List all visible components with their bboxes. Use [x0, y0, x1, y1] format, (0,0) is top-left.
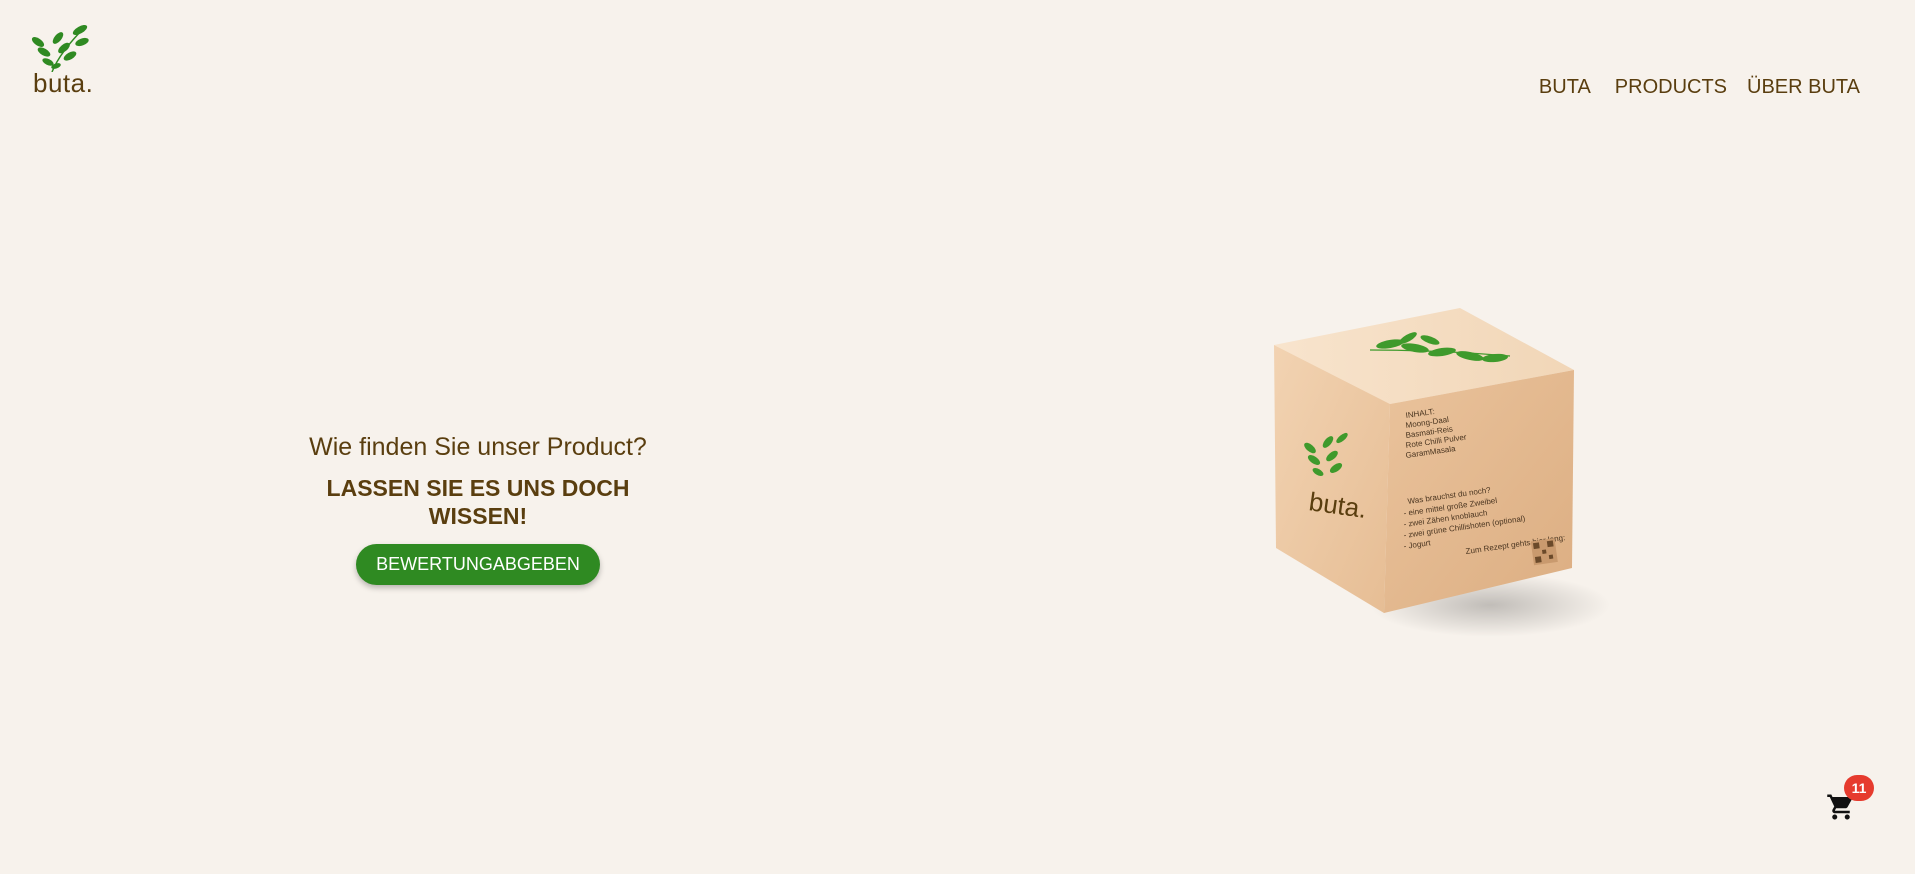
- product-box-image: buta. INHALT: Moong-Daal Basmati-Reis Ro…: [1274, 308, 1610, 637]
- feedback-cta-text: LASSEN SIE ES UNS DOCH WISSEN!: [326, 475, 630, 529]
- nav-item-buta[interactable]: BUTA: [1539, 76, 1591, 99]
- feedback-question: Wie finden Sie unser Product?: [309, 433, 647, 461]
- feedback-section: Wie finden Sie unser Product? LASSEN SIE…: [278, 432, 678, 585]
- qr-code-icon: [1530, 538, 1558, 566]
- nav-item-products[interactable]: PRODUCTS: [1615, 76, 1727, 99]
- cart-count-badge: 11: [1844, 775, 1874, 801]
- shopping-cart-button[interactable]: 11: [1826, 775, 1874, 824]
- main-nav: BUTA PRODUCTS ÜBER BUTA: [1539, 76, 1860, 99]
- brand-name: buta.: [33, 68, 94, 98]
- submit-review-button[interactable]: BEWERTUNGABGEBEN: [356, 544, 600, 585]
- nav-item-ueber-buta[interactable]: ÜBER BUTA: [1747, 76, 1860, 99]
- leaf-icon: [31, 24, 89, 72]
- brand-logo[interactable]: buta.: [30, 22, 100, 102]
- page: buta. BUTA PRODUCTS ÜBER BUTA Wie finden…: [0, 0, 1915, 874]
